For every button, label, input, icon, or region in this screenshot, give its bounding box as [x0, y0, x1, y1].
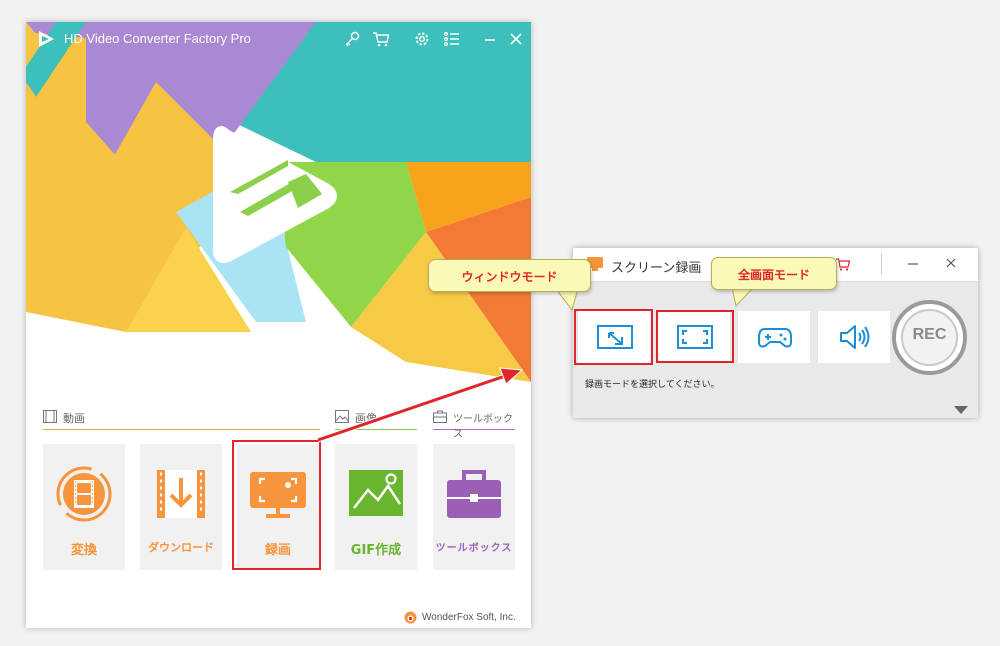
tile-convert[interactable]: 変換: [43, 444, 125, 570]
tile-convert-label: 変換: [70, 543, 97, 558]
tile-toolbox-label: ツールボックス: [435, 543, 513, 554]
tile-gif-label: GIF作成: [350, 543, 402, 558]
titlebar-divider: [881, 254, 882, 274]
game-mode-button[interactable]: [738, 311, 810, 363]
game-mode-icon: [758, 328, 792, 348]
callout-window-mode-text: ウィンドウモード: [461, 270, 558, 284]
callout-fullscreen-mode-text: 全画面モード: [737, 268, 810, 282]
section-image-label: 画像: [355, 412, 377, 425]
film-reel-icon: [56, 466, 112, 522]
footer-copyright: WonderFox Soft, Inc.: [422, 612, 516, 623]
app-title: HD Video Converter Factory Pro: [64, 31, 251, 46]
menu-icon[interactable]: [443, 30, 461, 48]
landscape-image-icon: [349, 470, 403, 516]
hero-banner: [26, 22, 531, 382]
recorder-title: スクリーン録画: [611, 261, 702, 276]
cart-icon[interactable]: [835, 256, 851, 272]
section-image-header: 画像: [335, 408, 417, 430]
section-video-label: 動画: [63, 412, 85, 425]
audio-only-icon: [840, 325, 870, 349]
download-film-icon: [157, 470, 205, 518]
section-tools-label: ツールボックス: [453, 414, 513, 440]
rec-button-label: REC: [912, 326, 947, 343]
close-icon[interactable]: [944, 256, 958, 270]
key-icon[interactable]: [343, 30, 361, 48]
gear-icon[interactable]: [413, 30, 431, 48]
wonderfox-logo-icon: [404, 611, 417, 624]
main-titlebar: HD Video Converter Factory Pro: [26, 22, 531, 56]
audio-only-button[interactable]: [818, 311, 890, 363]
tile-download[interactable]: ダウンロード: [140, 444, 222, 570]
cart-icon[interactable]: [372, 30, 390, 48]
highlight-fullscreen-mode: [656, 310, 734, 363]
tile-toolbox[interactable]: ツールボックス: [433, 444, 515, 570]
image-icon: [335, 410, 349, 423]
briefcase-icon: [433, 410, 447, 423]
callout-window-mode: ウィンドウモード: [428, 259, 591, 292]
tile-gif[interactable]: GIF作成: [335, 444, 417, 570]
highlight-record-tile: [232, 440, 321, 570]
status-text: 録画モードを選択してください。: [585, 380, 720, 390]
minimize-icon[interactable]: [906, 256, 920, 270]
close-icon[interactable]: [507, 30, 525, 48]
section-video-header: 動画: [43, 408, 320, 430]
rec-button[interactable]: REC: [892, 300, 967, 375]
toolbox-icon: [447, 470, 501, 518]
expand-triangle-icon[interactable]: [954, 406, 968, 414]
film-icon: [43, 410, 57, 423]
minimize-icon[interactable]: [481, 30, 499, 48]
tile-download-label: ダウンロード: [148, 541, 214, 554]
highlight-window-mode: [574, 309, 653, 365]
section-tools-header: ツールボックス: [433, 408, 515, 440]
callout-fullscreen-mode: 全画面モード: [711, 257, 837, 290]
app-logo-icon: [36, 29, 56, 49]
